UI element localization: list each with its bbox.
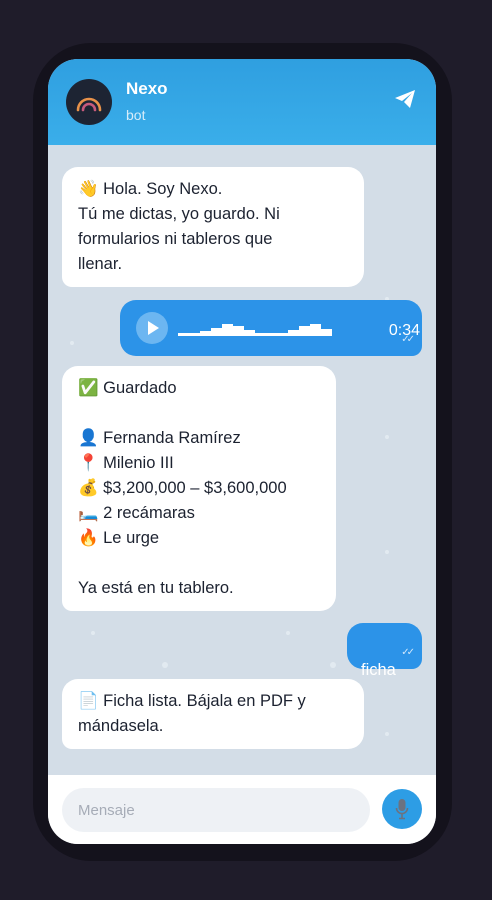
message-ficha-ready[interactable]: 📄 Ficha lista. Bájala en PDF y mándasela… (62, 679, 364, 749)
play-button[interactable] (136, 312, 168, 344)
background-dot (330, 662, 336, 668)
message-list[interactable]: 👋 Hola. Soy Nexo. Tú me dictas, yo guard… (48, 145, 436, 775)
read-receipt-icon: ✓✓ (401, 647, 415, 658)
background-dot (91, 631, 95, 635)
bot-name: Nexo (126, 79, 168, 98)
read-receipt-icon: ✓✓ (401, 334, 415, 345)
background-dot (162, 662, 168, 668)
mic-button[interactable] (382, 789, 422, 829)
message-welcome[interactable]: 👋 Hola. Soy Nexo. Tú me dictas, yo guard… (62, 167, 364, 287)
message-composer (48, 775, 436, 844)
background-dot (385, 435, 389, 439)
voice-message[interactable]: 0:34 ✓✓ (120, 300, 422, 356)
message-input[interactable] (62, 788, 370, 832)
background-dot (385, 732, 389, 736)
microphone-icon (395, 799, 409, 820)
background-dot (286, 631, 290, 635)
background-dot (70, 341, 74, 345)
chat-screen: Nexo bot 👋 Hola. Soy Nexo. Tú me dictas,… (48, 59, 436, 844)
message-ficha[interactable]: ficha ✓✓ (347, 623, 422, 679)
message-ficha-text: ficha (361, 661, 396, 679)
rainbow-logo-icon (76, 97, 102, 112)
background-dot (385, 550, 389, 554)
message-saved-lead[interactable]: ✅ Guardado 👤 Fernanda Ramírez 📍 Milenio … (62, 366, 336, 611)
bot-avatar[interactable] (66, 79, 112, 125)
bot-status: bot (126, 107, 146, 123)
paper-plane-icon[interactable] (394, 89, 416, 109)
chat-header: Nexo bot (48, 59, 436, 145)
audio-waveform[interactable] (178, 324, 332, 336)
